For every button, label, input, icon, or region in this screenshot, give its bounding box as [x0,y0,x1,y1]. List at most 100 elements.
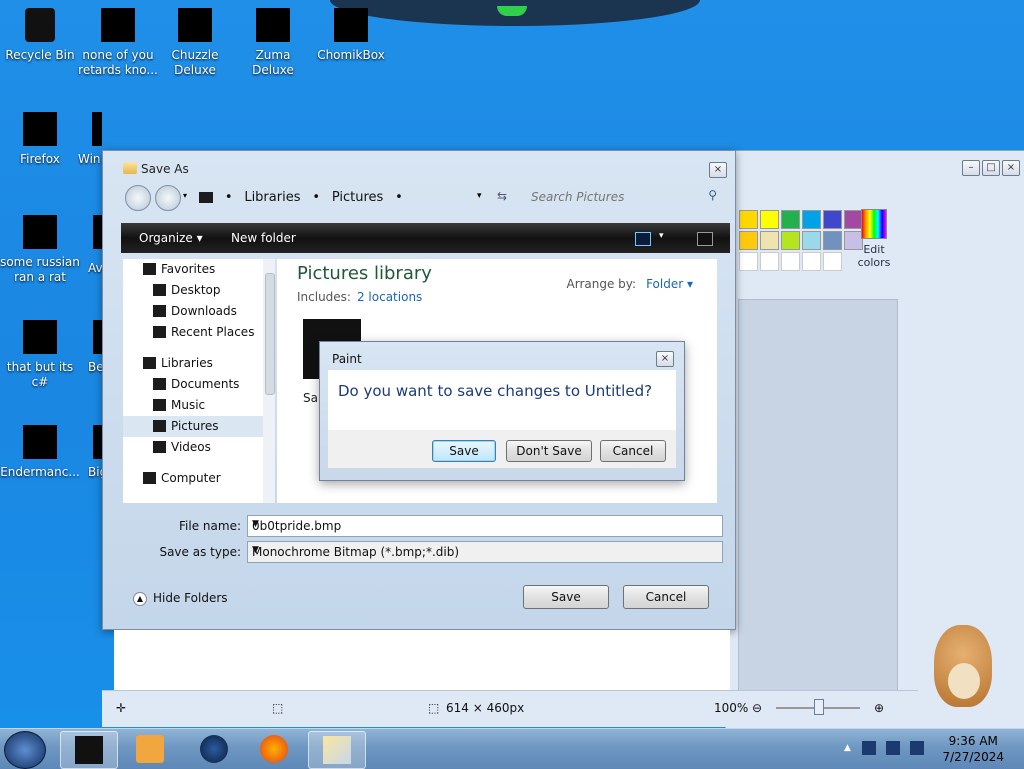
save-button[interactable]: Save [432,440,496,462]
custom-swatch[interactable] [781,252,800,271]
desktop-icon-chuzzle[interactable]: Chuzzle Deluxe [155,8,235,78]
nav-item-videos[interactable]: Videos [123,437,263,458]
nav-item-documents[interactable]: Documents [123,374,263,395]
library-includes: Includes: 2 locations [297,290,422,304]
taskbar-app[interactable] [186,731,242,767]
color-swatch[interactable] [781,231,800,250]
recent-pages-dropdown[interactable]: ▾ [183,191,187,200]
chevron-down-icon[interactable]: ▼ [252,519,718,529]
nav-item-libraries[interactable]: Libraries [123,353,263,374]
organize-button[interactable]: Organize ▾ [139,231,203,245]
nav-item-favorites[interactable]: Favorites [123,259,263,280]
hamster-mascot[interactable] [920,605,1000,710]
desktop-icon-be[interactable]: Be [88,320,102,375]
media-player-icon [136,735,164,763]
custom-swatch[interactable] [760,252,779,271]
dialog-title: Paint [332,352,362,366]
refresh-icon[interactable]: ⇆ [497,189,507,203]
desktop-icon-russian[interactable]: some russian ran a rat [0,215,80,285]
nav-item-pictures[interactable]: Pictures [123,416,263,437]
show-hidden-icons[interactable]: ▲ [844,743,851,753]
custom-swatch[interactable] [802,252,821,271]
nav-item-recent-places[interactable]: Recent Places [123,322,263,343]
desktop-icon-enderman[interactable]: Endermanc... [0,425,80,480]
app-icon [23,320,57,354]
nav-item-label: Pictures [171,419,219,433]
close-button[interactable]: × [656,351,674,367]
desktop-icon-big[interactable]: Big [88,425,102,480]
app-icon [256,8,290,42]
change-view-icon[interactable] [635,232,651,246]
color-swatch[interactable] [781,210,800,229]
nav-scrollbar[interactable] [263,259,275,503]
color-swatch[interactable] [802,210,821,229]
nav-item-downloads[interactable]: Downloads [123,301,263,322]
network-icon[interactable] [886,741,900,755]
volume-icon[interactable] [910,741,924,755]
nav-item-computer[interactable]: Computer [123,468,263,489]
custom-swatch[interactable] [739,252,758,271]
dont-save-button[interactable]: Don't Save [506,440,592,462]
save-changes-dialog[interactable]: Paint × Do you want to save changes to U… [319,341,685,481]
hide-folders-button[interactable]: ▲ Hide Folders [133,591,228,606]
taskbar-media-player[interactable] [122,731,178,767]
edit-colors-button[interactable]: Edit colors [854,209,894,269]
color-swatch[interactable] [823,231,842,250]
desktop-icon-av[interactable]: Av [88,215,102,276]
search-input[interactable] [521,185,703,209]
chevron-down-icon[interactable]: ▼ [252,545,718,555]
breadcrumb[interactable]: • Libraries • Pictures • [199,183,519,211]
start-button[interactable] [4,731,46,769]
color-swatch[interactable] [739,231,758,250]
custom-swatch[interactable] [823,252,842,271]
file-name-field[interactable]: 0b0tpride.bmp ▼ [247,515,723,537]
maximize-button[interactable]: □ [982,160,1000,176]
clock[interactable]: 9:36 AM 7/27/2024 [942,733,1004,765]
desktop-icon-zuma[interactable]: Zuma Deluxe [233,8,313,78]
cancel-button[interactable]: Cancel [623,585,709,609]
new-folder-button[interactable]: New folder [231,231,296,245]
color-swatch[interactable] [760,210,779,229]
hamster-belly [948,663,980,699]
close-button[interactable]: × [1002,160,1020,176]
arrange-dropdown[interactable]: Folder ▾ [646,277,693,291]
help-icon[interactable] [697,232,713,246]
scrollbar-thumb[interactable] [265,273,275,395]
back-button[interactable] [125,185,151,211]
taskbar-firefox[interactable] [246,731,302,767]
address-dropdown[interactable]: ▾ [477,191,482,201]
close-button[interactable]: × [709,162,727,178]
desktop-icon-1[interactable]: none of you retards kno... [78,8,158,78]
zoom-in-button[interactable]: ⊕ [874,701,884,715]
view-dropdown[interactable]: ▾ [659,231,664,241]
taskbar-explorer[interactable] [60,731,118,769]
zoom-slider-thumb[interactable] [814,699,824,715]
zoom-out-button[interactable]: ⊖ [752,701,762,715]
desktop-icon-chomikbox[interactable]: ChomikBox [311,8,391,63]
includes-link[interactable]: 2 locations [357,290,422,304]
nav-item-music[interactable]: Music [123,395,263,416]
nav-item-label: Computer [161,471,221,485]
minimize-button[interactable]: – [962,160,980,176]
color-swatch[interactable] [739,210,758,229]
save-button[interactable]: Save [523,585,609,609]
breadcrumb-pictures[interactable]: Pictures [332,190,383,205]
search-box[interactable]: ⚲ [521,185,723,209]
desktop-icon-win[interactable]: Win [78,112,102,167]
nav-item-desktop[interactable]: Desktop [123,280,263,301]
desktop-icon-recycle-bin[interactable]: Recycle Bin [0,8,80,63]
color-swatch[interactable] [760,231,779,250]
save-type-select[interactable]: Monochrome Bitmap (*.bmp;*.dib) ▼ [247,541,723,563]
tray-icon[interactable] [862,741,876,755]
color-swatch[interactable] [823,210,842,229]
desktop-icon-firefox[interactable]: Firefox [0,112,80,167]
forward-button[interactable] [155,185,181,211]
desktop-icon-csharp[interactable]: that but its c# [0,320,80,390]
color-swatch[interactable] [802,231,821,250]
breadcrumb-libraries[interactable]: Libraries [244,190,300,205]
taskbar-paint[interactable] [308,731,366,769]
paint-canvas-area[interactable] [738,299,898,691]
cancel-button[interactable]: Cancel [600,440,666,462]
search-icon[interactable]: ⚲ [708,188,717,202]
paint-canvas-visible[interactable] [114,630,730,690]
